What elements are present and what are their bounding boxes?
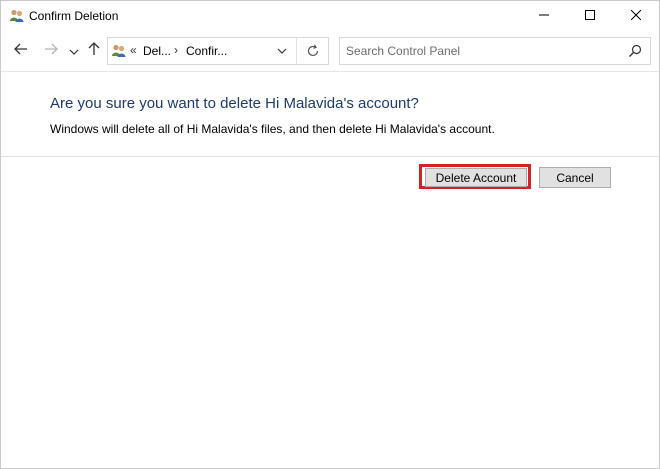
back-button[interactable] (11, 41, 31, 61)
content-divider (1, 156, 659, 157)
navigation-bar: « Del... › Confir... (1, 31, 659, 72)
close-button[interactable] (613, 1, 659, 31)
minimize-button[interactable] (521, 1, 567, 31)
up-button[interactable] (85, 41, 103, 61)
address-dropdown-button[interactable] (275, 44, 289, 58)
maximize-button[interactable] (567, 1, 613, 31)
window-title: Confirm Deletion (29, 9, 119, 23)
users-icon (9, 8, 25, 24)
arrow-up-icon (88, 41, 100, 61)
maximize-icon (585, 7, 595, 25)
search-icon[interactable] (628, 44, 642, 58)
cancel-button[interactable]: Cancel (539, 167, 611, 188)
confirm-deletion-window: Confirm Deletion « Del... › Confir... Se… (0, 0, 660, 469)
minimize-icon (539, 7, 549, 25)
breadcrumb-overflow[interactable]: « (130, 43, 137, 57)
arrow-right-icon (44, 42, 58, 60)
forward-button[interactable] (41, 41, 61, 61)
arrow-left-icon (14, 42, 28, 60)
breadcrumb-item[interactable]: Confir... (186, 44, 227, 58)
breadcrumb-item[interactable]: Del... (143, 44, 171, 58)
chevron-down-icon (69, 42, 79, 60)
refresh-icon (307, 44, 319, 57)
title-bar[interactable]: Confirm Deletion (1, 1, 659, 31)
control-panel-icon (111, 43, 127, 59)
search-box[interactable] (339, 37, 651, 65)
breadcrumb-chevron[interactable]: › (174, 43, 178, 57)
delete-account-button[interactable]: Delete Account (425, 168, 527, 187)
address-divider (296, 38, 297, 64)
search-input[interactable] (346, 42, 616, 60)
recent-locations-button[interactable] (67, 41, 81, 61)
refresh-button[interactable] (305, 43, 321, 59)
deletion-description: Windows will delete all of Hi Malavida's… (50, 122, 495, 136)
page-title: Are you sure you want to delete Hi Malav… (50, 95, 419, 112)
address-bar[interactable]: « Del... › Confir... (107, 37, 329, 65)
close-icon (630, 7, 642, 25)
